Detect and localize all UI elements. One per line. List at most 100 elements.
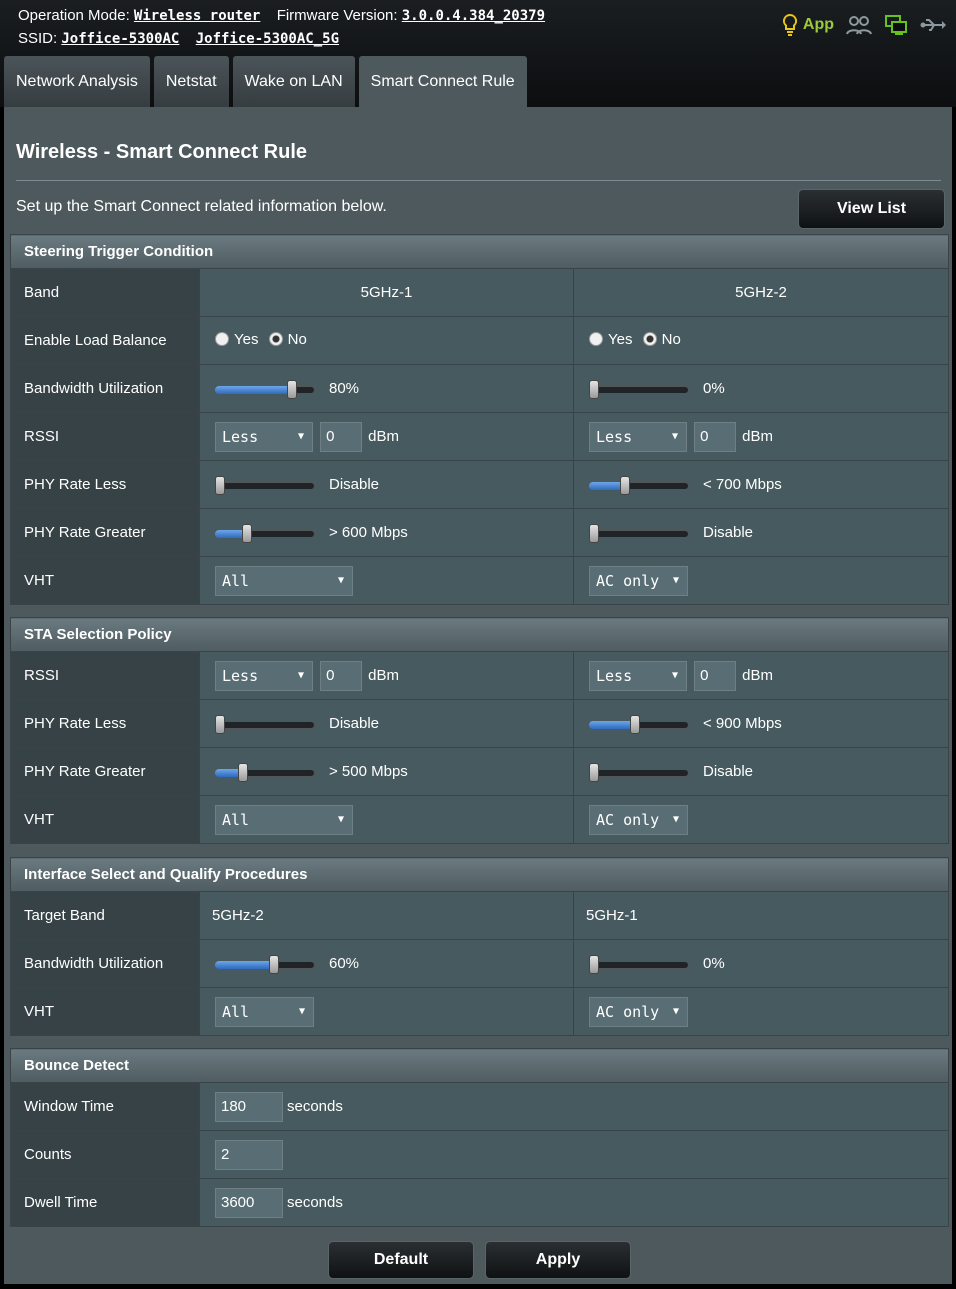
iface-vht-2-select[interactable]: AC only ▼ <box>589 996 688 1027</box>
dbm-unit: dBm <box>742 667 774 684</box>
iface-bw-label: Bandwidth Utilization <box>10 939 200 988</box>
band-2: 5GHz-2 <box>572 268 950 317</box>
page-description: Set up the Smart Connect related informa… <box>16 198 387 215</box>
tab-smart-connect-rule[interactable]: Smart Connect Rule <box>358 56 527 107</box>
sta-rssi-1-select[interactable]: Less ▼ <box>215 660 313 691</box>
sta-phy-less-1-slider[interactable] <box>215 715 315 735</box>
select-value: Less <box>222 427 259 446</box>
tab-network-analysis[interactable]: Network Analysis <box>4 56 150 107</box>
iface-table: Interface Select and Qualify Procedures … <box>9 857 950 1036</box>
clients-icon[interactable] <box>846 14 872 36</box>
sta-vht-2-select[interactable]: AC only ▼ <box>589 804 688 835</box>
seconds-unit: seconds <box>287 1194 343 1211</box>
iface-bw-1: 60% <box>199 939 574 988</box>
sta-phy-less-label: PHY Rate Less <box>10 699 200 748</box>
phy-less-2-slider[interactable] <box>589 476 689 496</box>
counts-label: Counts <box>10 1130 200 1179</box>
usb-icon[interactable] <box>920 16 946 34</box>
dbm-unit: dBm <box>368 667 400 684</box>
network-map-icon[interactable] <box>884 14 908 36</box>
bw-util-2-slider[interactable] <box>589 380 689 400</box>
load-balance-1-yes[interactable]: Yes <box>215 331 258 348</box>
target-band-2: 5GHz-1 <box>572 891 950 940</box>
counts-input[interactable]: 2 <box>215 1139 283 1170</box>
view-list-button[interactable]: View List <box>798 189 945 229</box>
sta-rssi-2: Less ▼ 0 dBm <box>572 651 950 700</box>
default-button[interactable]: Default <box>328 1241 474 1279</box>
rssi-2-input[interactable]: 0 <box>694 421 737 452</box>
apply-button[interactable]: Apply <box>485 1241 631 1279</box>
slider-handle[interactable] <box>287 380 297 400</box>
slider-handle[interactable] <box>589 524 599 544</box>
select-value: All <box>222 810 250 829</box>
load-balance-1: Yes No <box>199 316 574 365</box>
select-value: AC only <box>596 571 660 590</box>
phy-less-2: < 700 Mbps <box>572 460 950 509</box>
load-balance-2-yes[interactable]: Yes <box>589 331 632 348</box>
firmware-label: Firmware Version: <box>276 7 398 24</box>
vht-1-select[interactable]: All ▼ <box>215 565 353 596</box>
dropdown-arrow-icon: ▼ <box>671 670 678 681</box>
bw-util-2-value: 0% <box>703 380 725 397</box>
phy-greater-1-value: > 600 Mbps <box>329 524 408 541</box>
sta-phy-less-2-slider[interactable] <box>589 715 689 735</box>
slider-handle[interactable] <box>215 715 225 735</box>
phy-greater-1-slider[interactable] <box>215 524 315 544</box>
ssid-line: SSID: Joffice-5300AC Joffice-5300AC_5G <box>18 30 339 47</box>
slider-handle[interactable] <box>589 955 599 975</box>
rssi-2-select[interactable]: Less ▼ <box>589 421 687 452</box>
bw-util-1-slider[interactable] <box>215 380 315 400</box>
operation-mode-line: Operation Mode: Wireless router Firmware… <box>18 7 545 24</box>
app-button[interactable]: App <box>782 14 834 36</box>
tab-wake-on-lan[interactable]: Wake on LAN <box>232 56 355 107</box>
sta-table: STA Selection Policy RSSI Less ▼ 0 dBm Les… <box>9 617 950 844</box>
vht-2: AC only ▼ <box>572 556 950 605</box>
tab-bar: Network Analysis Netstat Wake on LAN Sma… <box>4 56 527 107</box>
phy-less-1-value: Disable <box>329 476 380 493</box>
slider-handle[interactable] <box>630 715 640 735</box>
phy-greater-2-slider[interactable] <box>589 524 689 544</box>
sta-rssi-1-input[interactable]: 0 <box>320 660 363 691</box>
slider-handle[interactable] <box>269 955 279 975</box>
sta-phy-greater-1-value: > 500 Mbps <box>329 763 408 780</box>
slider-handle[interactable] <box>589 380 599 400</box>
bw-util-1: 80% <box>199 364 574 413</box>
dropdown-arrow-icon: ▼ <box>672 814 679 825</box>
rssi-1-select[interactable]: Less ▼ <box>215 421 313 452</box>
slider-handle[interactable] <box>238 763 248 783</box>
slider-handle[interactable] <box>589 763 599 783</box>
rssi-1-input[interactable]: 0 <box>320 421 363 452</box>
phy-less-1-slider[interactable] <box>215 476 315 496</box>
sta-phy-greater-2-slider[interactable] <box>589 763 689 783</box>
iface-bw-1-slider[interactable] <box>215 955 315 975</box>
slider-handle[interactable] <box>215 476 225 496</box>
op-mode-link[interactable]: Wireless router <box>134 8 260 24</box>
window-time-input[interactable]: 180 <box>215 1091 283 1122</box>
vht-2-select[interactable]: AC only ▼ <box>589 565 688 596</box>
ssid-label: SSID: <box>18 30 58 47</box>
select-value: AC only <box>596 810 660 829</box>
load-balance-2-no[interactable]: No <box>642 331 681 348</box>
sta-rssi-2-select[interactable]: Less ▼ <box>589 660 687 691</box>
sta-rssi-2-input[interactable]: 0 <box>694 660 737 691</box>
sta-vht-1-select[interactable]: All ▼ <box>215 804 353 835</box>
radio-off-icon <box>589 332 603 347</box>
sta-section-title: STA Selection Policy <box>9 617 950 652</box>
load-balance-1-no[interactable]: No <box>268 330 307 348</box>
slider-handle[interactable] <box>242 524 252 544</box>
slider-handle[interactable] <box>620 476 630 496</box>
radio-no-label: No <box>287 330 307 348</box>
rssi-label: RSSI <box>10 412 200 461</box>
slider-track <box>215 721 315 730</box>
tab-netstat[interactable]: Netstat <box>153 56 229 107</box>
firmware-link[interactable]: 3.0.0.4.384_20379 <box>402 8 545 24</box>
sta-phy-less-2-value: < 900 Mbps <box>703 715 782 732</box>
sta-phy-greater-1-slider[interactable] <box>215 763 315 783</box>
iface-vht-1-select[interactable]: All ▼ <box>215 996 314 1027</box>
dwell-time-input[interactable]: 3600 <box>215 1187 283 1218</box>
ssid-1-link[interactable]: Joffice-5300AC <box>61 31 179 47</box>
slider-track <box>589 961 689 970</box>
slider-track <box>589 530 689 539</box>
iface-bw-2-slider[interactable] <box>589 955 689 975</box>
ssid-2-link[interactable]: Joffice-5300AC_5G <box>196 31 339 47</box>
